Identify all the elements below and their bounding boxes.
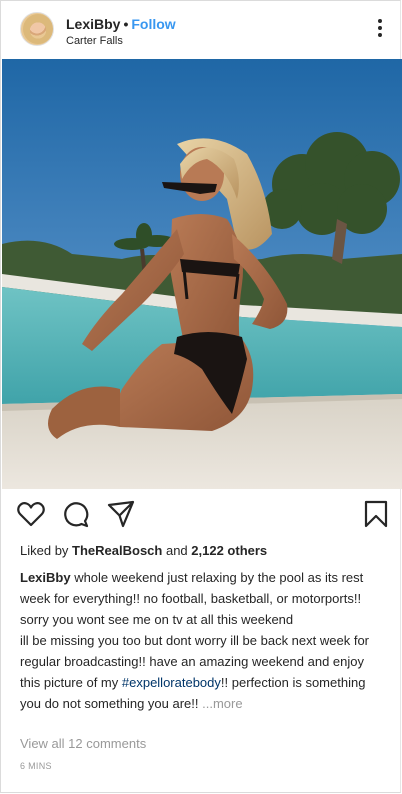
separator-dot: • [123, 16, 129, 32]
hashtag-link[interactable]: #expelloratebody [122, 675, 221, 690]
caption-more-link[interactable]: ...more [202, 696, 242, 711]
caption-text-1: whole weekend just relaxing by the pool … [20, 570, 364, 627]
likes-summary: Liked by TheRealBosch and 2,122 others [20, 543, 267, 559]
post-photo[interactable] [2, 59, 402, 489]
action-bar [1, 499, 400, 531]
username-row: LexiBby • Follow [66, 16, 176, 33]
bookmark-icon[interactable] [361, 499, 391, 529]
more-options-icon[interactable] [376, 17, 384, 39]
share-icon[interactable] [106, 499, 136, 529]
caption: LexiBby whole weekend just relaxing by t… [20, 567, 384, 714]
post-timestamp: 6 MINS [20, 761, 52, 771]
view-comments-link[interactable]: View all 12 comments [20, 736, 146, 751]
location-link[interactable]: Carter Falls [66, 35, 123, 47]
liker-username[interactable]: TheRealBosch [72, 543, 162, 558]
likes-prefix: Liked by [20, 543, 73, 558]
follow-button[interactable]: Follow [131, 16, 175, 32]
avatar[interactable] [20, 12, 54, 46]
caption-username[interactable]: LexiBby [20, 570, 71, 585]
post-card: LexiBby • Follow Carter Falls Liked by T… [0, 0, 402, 793]
heart-icon[interactable] [16, 499, 46, 529]
post-header: LexiBby • Follow Carter Falls [1, 1, 400, 59]
likes-middle: and [162, 543, 192, 558]
comment-icon[interactable] [61, 499, 91, 529]
likes-count[interactable]: 2,122 others [191, 543, 267, 558]
username-link[interactable]: LexiBby [66, 16, 120, 32]
